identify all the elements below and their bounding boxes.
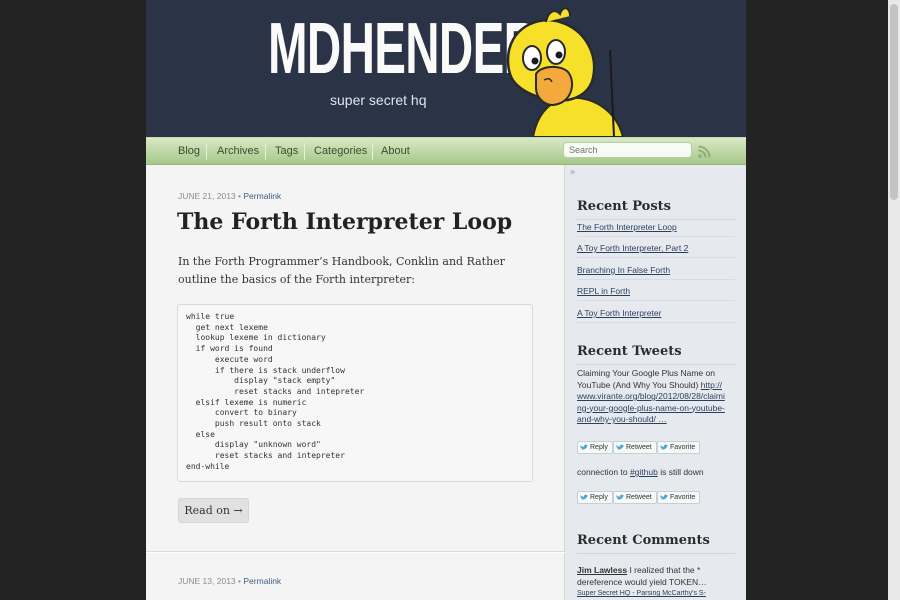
site-header: MDHENDER super secret hq	[146, 0, 746, 137]
collapse-sidebar-icon[interactable]: »	[567, 166, 578, 180]
nav-divider	[206, 143, 207, 160]
retweet-label: Retweet	[626, 494, 652, 501]
twitter-bird-icon	[580, 494, 588, 500]
favorite-label: Favorite	[670, 494, 696, 501]
nav-item-blog[interactable]: Blog	[178, 138, 200, 165]
code-block: while true get next lexeme lookup lexeme…	[177, 304, 533, 482]
tweet-hashtag[interactable]: #github	[630, 467, 658, 477]
recent-post-link[interactable]: A Toy Forth Interpreter, Part 2	[577, 243, 735, 258]
twitter-bird-icon	[660, 444, 668, 450]
twitter-bird-icon	[616, 494, 624, 500]
nav-item-archives[interactable]: Archives	[217, 138, 259, 165]
permalink-link[interactable]: Permalink	[243, 576, 281, 586]
recent-post-link[interactable]: The Forth Interpreter Loop	[577, 222, 735, 237]
nav-divider	[265, 143, 266, 160]
meta-separator: •	[238, 576, 242, 586]
tweet-body: Claiming Your Google Plus Name on YouTub…	[577, 368, 715, 390]
nav-item-about[interactable]: About	[381, 138, 410, 165]
post-intro: In the Forth Programmer’s Handbook, Conk…	[178, 255, 505, 286]
favorite-label: Favorite	[670, 444, 696, 451]
retweet-label: Retweet	[626, 444, 652, 451]
main-content: JUNE 21, 2013 • Permalink The Forth Inte…	[146, 165, 565, 600]
site-subtitle: super secret hq	[330, 92, 427, 108]
twitter-bird-icon	[660, 494, 668, 500]
tweet-text: connection to #github is still down	[577, 467, 727, 479]
post-meta: JUNE 21, 2013 • Permalink	[178, 191, 281, 201]
post-title[interactable]: The Forth Interpreter Loop	[177, 209, 512, 235]
twitter-bird-icon	[616, 444, 624, 450]
tweet-text: Claiming Your Google Plus Name on YouTub…	[577, 368, 727, 426]
page: MDHENDER super secret hq Blog Archives T…	[146, 0, 746, 600]
recent-post-link[interactable]: Branching In False Forth	[577, 265, 735, 280]
post-meta: JUNE 13, 2013 • Permalink	[178, 576, 281, 586]
favorite-button[interactable]: Favorite	[657, 491, 701, 504]
search-input[interactable]	[563, 142, 692, 158]
tweet-body: connection to	[577, 467, 630, 477]
nav-item-tags[interactable]: Tags	[275, 138, 298, 165]
post-date: JUNE 21, 2013	[178, 191, 236, 201]
rss-icon[interactable]	[697, 145, 711, 159]
tweet-body: is still down	[657, 467, 704, 477]
twitter-bird-icon	[580, 444, 588, 450]
retweet-button[interactable]: Retweet	[613, 491, 657, 504]
code-content: while true get next lexeme lookup lexeme…	[186, 312, 365, 471]
nav-divider	[304, 143, 305, 160]
site-title[interactable]: MDHENDER	[268, 8, 538, 90]
favorite-button[interactable]: Favorite	[657, 441, 701, 454]
post-date: JUNE 13, 2013	[178, 576, 236, 586]
sidebar: » Recent Posts The Forth Interpreter Loo…	[565, 165, 746, 600]
duck-icon	[506, 7, 625, 137]
scrollbar-thumb[interactable]	[890, 4, 898, 200]
recent-posts-heading: Recent Posts	[577, 199, 735, 220]
comment-text: Jim Lawless I realized that the * derefe…	[577, 565, 727, 588]
nav-divider	[372, 143, 373, 160]
main-navigation: Blog Archives Tags Categories About	[146, 137, 746, 165]
comment-author[interactable]: Jim Lawless	[577, 565, 627, 575]
read-on-button[interactable]: Read on →	[178, 498, 249, 523]
comment-post-link[interactable]: Super Secret HQ - Parsing McCarthy's S-	[577, 590, 737, 597]
reply-label: Reply	[590, 494, 608, 501]
reply-button[interactable]: Reply	[577, 491, 613, 504]
recent-post-link[interactable]: A Toy Forth Interpreter	[577, 308, 735, 323]
page-scrollbar[interactable]	[888, 0, 900, 600]
permalink-link[interactable]: Permalink	[243, 191, 281, 201]
recent-comments-heading: Recent Comments	[577, 533, 735, 554]
nav-item-categories[interactable]: Categories	[314, 138, 367, 165]
retweet-button[interactable]: Retweet	[613, 441, 657, 454]
reply-label: Reply	[590, 444, 608, 451]
recent-post-link[interactable]: REPL in Forth	[577, 286, 735, 301]
meta-separator: •	[238, 191, 242, 201]
recent-tweets-heading: Recent Tweets	[577, 344, 735, 365]
reply-button[interactable]: Reply	[577, 441, 613, 454]
post-divider	[146, 551, 565, 553]
